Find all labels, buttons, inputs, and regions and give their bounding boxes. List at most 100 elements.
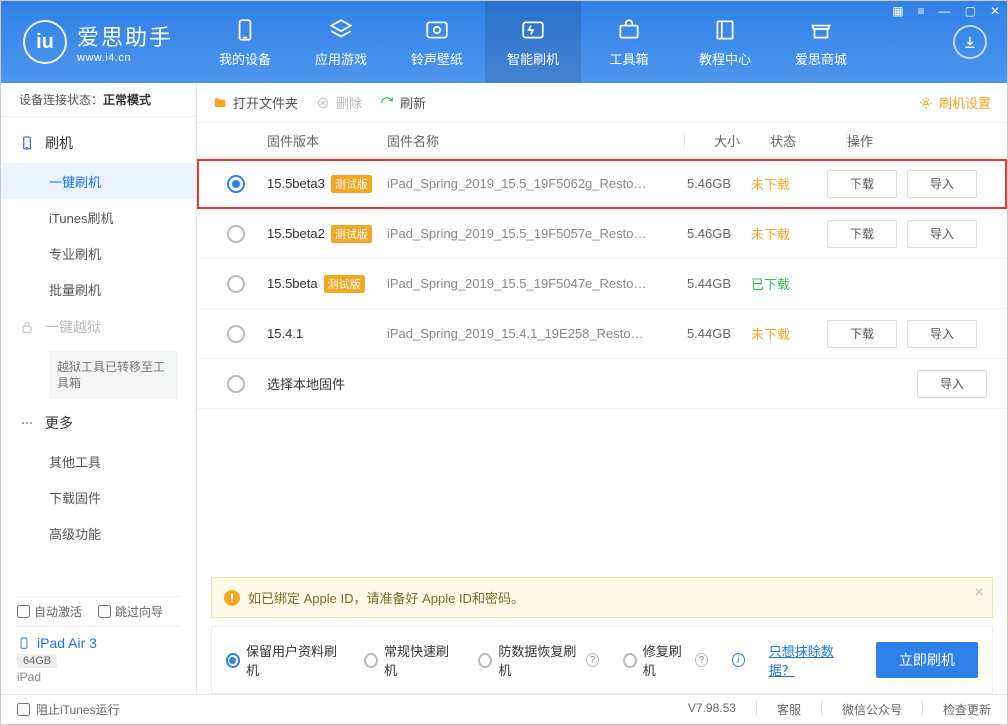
table-row[interactable]: 15.5beta3测试版 iPad_Spring_2019_15.5_19F50… <box>197 159 1007 209</box>
device-icon <box>232 17 258 43</box>
opt-normal[interactable]: 常规快速刷机 <box>364 641 454 679</box>
firmware-state: 未下载 <box>751 224 827 243</box>
warning-icon: ! <box>224 590 240 606</box>
nav-item-toolbox[interactable]: 工具箱 <box>581 1 677 83</box>
row-radio[interactable] <box>227 225 245 243</box>
main-nav: 我的设备应用游戏铃声壁纸智能刷机工具箱教程中心爱思商城 <box>197 1 945 83</box>
sidebar-item-batch[interactable]: 批量刷机 <box>1 271 196 307</box>
download-button[interactable]: 下载 <box>827 170 897 198</box>
table-row[interactable]: 15.4.1 iPad_Spring_2019_15.4.1_19E258_Re… <box>197 309 1007 359</box>
download-button[interactable]: 下载 <box>827 220 897 248</box>
winctl-grid-icon[interactable]: ▦ <box>890 4 905 18</box>
sidebar-group-flash[interactable]: 刷机 <box>1 123 196 163</box>
toolbar: 打开文件夹 删除 刷新 刷机设置 <box>197 83 1007 123</box>
open-folder-button[interactable]: 打开文件夹 <box>213 93 298 112</box>
sidebar-item-other[interactable]: 其他工具 <box>1 443 196 479</box>
sidebar-item-oneclick[interactable]: 一键刷机 <box>1 163 196 199</box>
titlebar: ▦ ≡ — ▢ ✕ iu 爱思助手 www.i4.cn 我的设备应用游戏铃声壁纸… <box>1 1 1007 83</box>
table-header: 固件版本 固件名称 大小 状态 操作 <box>197 123 1007 159</box>
row-radio[interactable] <box>227 325 245 343</box>
firmware-list: 15.5beta3测试版 iPad_Spring_2019_15.5_19F50… <box>197 159 1007 409</box>
opt-repair[interactable]: 修复刷机? <box>623 641 708 679</box>
firmware-state: 未下载 <box>751 324 827 343</box>
winctl-close-icon[interactable]: ✕ <box>988 4 1002 18</box>
beta-tag: 测试版 <box>331 225 372 243</box>
media-icon <box>424 17 450 43</box>
opt-anti-recovery[interactable]: 防数据恢复刷机? <box>478 641 598 679</box>
app-url: www.i4.cn <box>77 52 173 64</box>
version-label: V7.98.53 <box>688 701 736 718</box>
table-row[interactable]: 选择本地固件 导入 <box>197 359 1007 409</box>
sidebar: 设备连接状态：正常模式 刷机 一键刷机 iTunes刷机 专业刷机 批量刷机 一… <box>1 83 197 694</box>
help-icon[interactable]: ? <box>586 653 599 667</box>
check-update-link[interactable]: 检查更新 <box>943 701 991 718</box>
flash-settings-button[interactable]: 刷机设置 <box>919 93 991 112</box>
close-icon[interactable]: × <box>975 584 984 602</box>
jailbreak-note: 越狱工具已转移至工具箱 <box>49 351 178 399</box>
row-radio[interactable] <box>227 375 245 393</box>
firmware-name: iPad_Spring_2019_15.5_19F5047e_Restore.i… <box>387 276 667 291</box>
nav-item-flash[interactable]: 智能刷机 <box>485 1 581 83</box>
firmware-size: 5.46GB <box>667 176 751 191</box>
nav-item-book[interactable]: 教程中心 <box>677 1 773 83</box>
main-panel: 打开文件夹 删除 刷新 刷机设置 固件版本 固件名称 <box>197 83 1007 694</box>
help-icon[interactable]: ? <box>695 653 708 667</box>
row-ops: 导入 <box>827 370 993 398</box>
winctl-max-icon[interactable]: ▢ <box>963 4 978 18</box>
skip-guide-checkbox[interactable]: 跳过向导 <box>98 603 163 620</box>
auto-activate-checkbox[interactable]: 自动激活 <box>17 603 82 620</box>
firmware-version: 15.5beta2测试版 <box>267 225 387 243</box>
table-row[interactable]: 15.5beta测试版 iPad_Spring_2019_15.5_19F504… <box>197 259 1007 309</box>
row-ops: 下载导入 <box>827 170 993 198</box>
device-info[interactable]: iPad Air 3 64GB iPad <box>17 626 180 686</box>
firmware-name: iPad_Spring_2019_15.4.1_19E258_Restore.i… <box>387 326 667 341</box>
import-button[interactable]: 导入 <box>907 320 977 348</box>
refresh-button[interactable]: 刷新 <box>380 93 426 112</box>
winctl-min-icon[interactable]: — <box>937 4 953 18</box>
table-row[interactable]: 15.5beta2测试版 iPad_Spring_2019_15.5_19F50… <box>197 209 1007 259</box>
beta-tag: 测试版 <box>324 275 365 293</box>
header-ops: 操作 <box>847 131 1007 150</box>
flash-options: 保留用户资料刷机 常规快速刷机 防数据恢复刷机? 修复刷机? i 只想抹除数据？… <box>211 626 993 694</box>
statusbar: 阻止iTunes运行 V7.98.53 客服 微信公众号 检查更新 <box>1 694 1007 724</box>
shop-icon <box>808 17 834 43</box>
sidebar-item-advanced[interactable]: 高级功能 <box>1 515 196 551</box>
download-button[interactable]: 下载 <box>827 320 897 348</box>
delete-button[interactable]: 删除 <box>316 93 362 112</box>
wechat-link[interactable]: 微信公众号 <box>842 701 902 718</box>
sidebar-group-jailbreak: 一键越狱 <box>1 307 196 347</box>
apps-icon <box>328 17 354 43</box>
header-size: 大小 <box>685 131 769 150</box>
nav-item-device[interactable]: 我的设备 <box>197 1 293 83</box>
nav-item-apps[interactable]: 应用游戏 <box>293 1 389 83</box>
firmware-name: iPad_Spring_2019_15.5_19F5057e_Restore.i… <box>387 226 667 241</box>
row-radio[interactable] <box>227 175 245 193</box>
logo: iu 爱思助手 www.i4.cn <box>1 1 197 83</box>
sidebar-group-more[interactable]: 更多 <box>1 403 196 443</box>
import-button[interactable]: 导入 <box>917 370 987 398</box>
nav-item-shop[interactable]: 爱思商城 <box>773 1 869 83</box>
download-manager-icon[interactable] <box>953 25 987 59</box>
erase-data-link[interactable]: 只想抹除数据？ <box>769 641 852 679</box>
beta-tag: 测试版 <box>331 175 372 193</box>
sidebar-item-download[interactable]: 下载固件 <box>1 479 196 515</box>
block-itunes-checkbox[interactable]: 阻止iTunes运行 <box>17 701 120 718</box>
sidebar-item-pro[interactable]: 专业刷机 <box>1 235 196 271</box>
logo-icon: iu <box>23 20 67 64</box>
import-button[interactable]: 导入 <box>907 170 977 198</box>
firmware-name: iPad_Spring_2019_15.5_19F5062g_Restore.i… <box>387 176 667 191</box>
sidebar-item-itunes[interactable]: iTunes刷机 <box>1 199 196 235</box>
info-icon: i <box>732 653 745 667</box>
firmware-size: 5.44GB <box>667 276 751 291</box>
support-link[interactable]: 客服 <box>777 701 801 718</box>
nav-item-media[interactable]: 铃声壁纸 <box>389 1 485 83</box>
firmware-version: 15.5beta3测试版 <box>267 175 387 193</box>
row-radio[interactable] <box>227 275 245 293</box>
device-name-label: iPad Air 3 <box>37 635 97 651</box>
firmware-state: 未下载 <box>751 174 827 193</box>
opt-keep-data[interactable]: 保留用户资料刷机 <box>226 641 340 679</box>
app-title: 爱思助手 <box>77 20 173 52</box>
import-button[interactable]: 导入 <box>907 220 977 248</box>
winctl-menu-icon[interactable]: ≡ <box>916 4 927 18</box>
start-flash-button[interactable]: 立即刷机 <box>876 642 978 678</box>
